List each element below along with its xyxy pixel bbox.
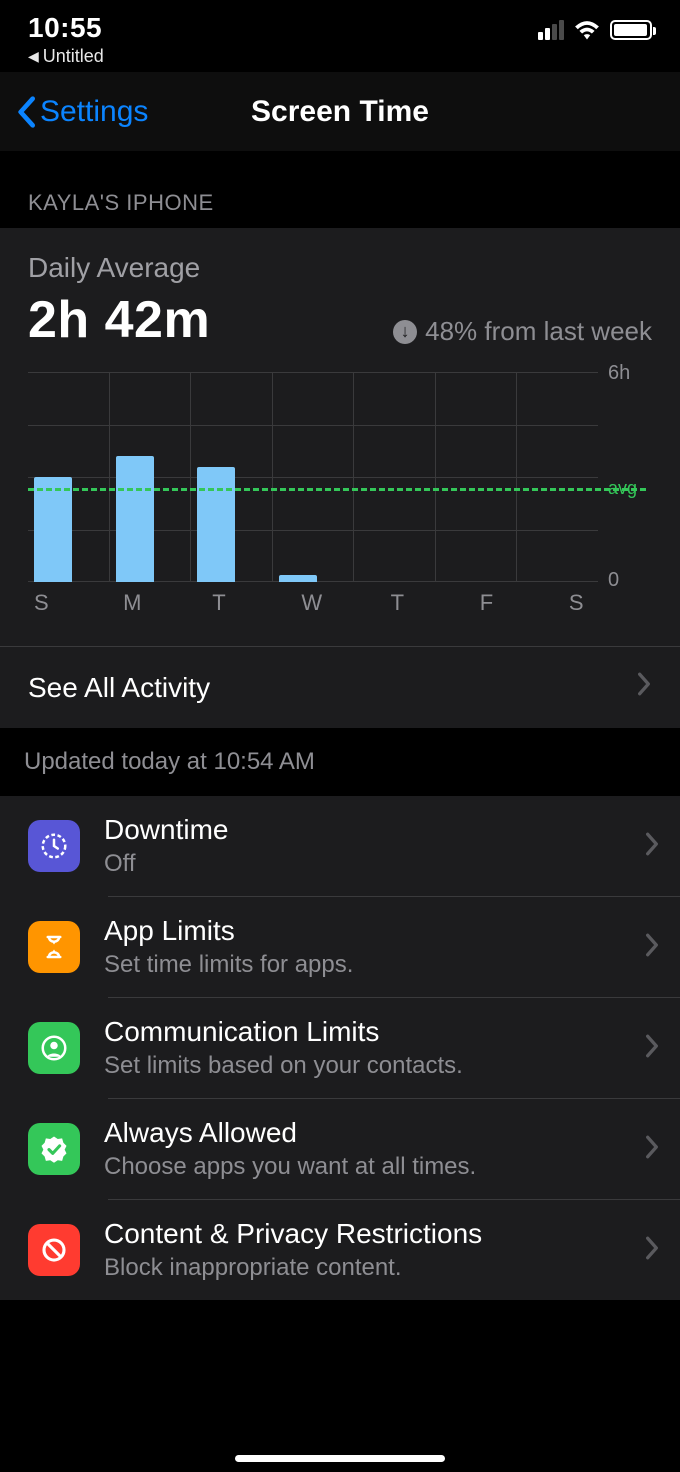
chevron-right-icon [636, 671, 652, 704]
x-tick: S [563, 590, 652, 616]
chart-bar [116, 456, 154, 582]
chevron-right-icon [644, 932, 660, 963]
app-limits-title: App Limits [104, 915, 620, 947]
daily-average-value: 2h 42m [28, 290, 210, 350]
status-time: 10:55 [28, 12, 102, 44]
x-tick: T [206, 590, 295, 616]
battery-icon [610, 20, 652, 40]
see-all-activity-row[interactable]: See All Activity [0, 646, 680, 728]
y-tick-bottom: 0 [608, 569, 619, 592]
hourglass-icon [28, 921, 80, 973]
chevron-right-icon [644, 831, 660, 862]
device-section-header: KAYLA'S IPHONE [0, 152, 680, 228]
chevron-right-icon [644, 1235, 660, 1266]
checkmark-seal-icon [28, 1123, 80, 1175]
see-all-activity-label: See All Activity [28, 672, 210, 704]
home-indicator[interactable] [235, 1455, 445, 1462]
content-privacy-row[interactable]: Content & Privacy Restrictions Block ina… [0, 1200, 680, 1300]
content-privacy-title: Content & Privacy Restrictions [104, 1218, 620, 1250]
back-triangle-icon: ◀ [28, 48, 39, 65]
downtime-icon [28, 820, 80, 872]
chevron-left-icon [16, 96, 36, 128]
communication-limits-sub: Set limits based on your contacts. [104, 1052, 620, 1080]
always-allowed-row[interactable]: Always Allowed Choose apps you want at a… [0, 1099, 680, 1199]
chart-col [517, 372, 598, 582]
always-allowed-sub: Choose apps you want at all times. [104, 1153, 620, 1181]
app-limits-row[interactable]: App Limits Set time limits for apps. [0, 897, 680, 997]
app-limits-sub: Set time limits for apps. [104, 951, 620, 979]
chart-col [28, 372, 110, 582]
x-tick: F [474, 590, 563, 616]
chevron-right-icon [644, 1134, 660, 1165]
no-sign-icon [28, 1224, 80, 1276]
nav-bar: Settings Screen Time [0, 72, 680, 152]
status-right [538, 12, 652, 40]
chevron-right-icon [644, 1033, 660, 1064]
y-tick-avg: avg [608, 478, 637, 499]
weekly-change-text: 48% from last week [425, 316, 652, 347]
chart-col [110, 372, 192, 582]
nav-back-label: Settings [40, 95, 148, 129]
avg-line [28, 488, 646, 491]
content-privacy-sub: Block inappropriate content. [104, 1254, 620, 1282]
wifi-icon [574, 20, 600, 40]
communication-limits-title: Communication Limits [104, 1016, 620, 1048]
chart-bar [34, 477, 72, 582]
downtime-sub: Off [104, 850, 620, 878]
x-tick: W [295, 590, 384, 616]
settings-list: Downtime Off App Limits Set time limits … [0, 796, 680, 1300]
y-tick-top: 6h [608, 362, 630, 385]
usage-chart: 6h avg 0 [28, 372, 652, 582]
nav-back-button[interactable]: Settings [16, 95, 148, 129]
communication-limits-row[interactable]: Communication Limits Set limits based on… [0, 998, 680, 1098]
person-circle-icon [28, 1022, 80, 1074]
status-bar: 10:55 ◀ Untitled [0, 0, 680, 72]
cellular-signal-icon [538, 20, 564, 40]
always-allowed-title: Always Allowed [104, 1117, 620, 1149]
chart-col [273, 372, 355, 582]
x-tick: T [385, 590, 474, 616]
daily-average-card: Daily Average 2h 42m ↓ 48% from last wee… [0, 228, 680, 728]
chart-x-axis: SMTWTFS [28, 590, 652, 616]
downtime-title: Downtime [104, 814, 620, 846]
chart-y-axis: 6h avg 0 [608, 372, 652, 582]
status-return-to-app[interactable]: ◀ Untitled [28, 46, 104, 67]
chart-col [191, 372, 273, 582]
chart-bar [197, 467, 235, 583]
status-left: 10:55 ◀ Untitled [28, 12, 104, 67]
chart-bar [279, 575, 317, 582]
x-tick: S [28, 590, 117, 616]
x-tick: M [117, 590, 206, 616]
chart-col [354, 372, 436, 582]
status-return-app-label: Untitled [43, 46, 104, 67]
chart-col [436, 372, 518, 582]
updated-timestamp: Updated today at 10:54 AM [0, 728, 680, 796]
weekly-change: ↓ 48% from last week [393, 316, 652, 347]
daily-average-label: Daily Average [28, 252, 652, 284]
arrow-down-icon: ↓ [393, 320, 417, 344]
downtime-row[interactable]: Downtime Off [0, 796, 680, 896]
